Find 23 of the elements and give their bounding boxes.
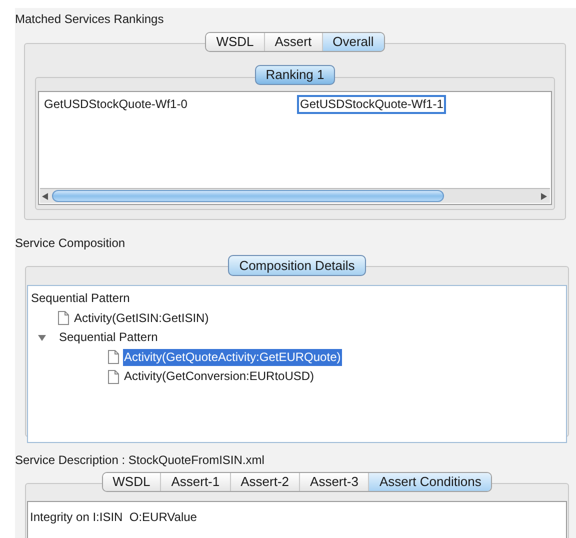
tab[interactable]: Assert Conditions	[368, 473, 492, 491]
tree-item[interactable]: Activity(GetConversion:EURtoUSD)	[123, 368, 316, 386]
tree-item[interactable]: Activity(GetISIN:GetISIN)	[73, 310, 210, 327]
section-title: Service Description : StockQuoteFromISIN.xml	[15, 452, 264, 469]
section-title: Matched Services Rankings	[15, 11, 164, 28]
tree-item[interactable]: Sequential Pattern	[30, 290, 131, 308]
tree-item[interactable]: Sequential Pattern	[58, 329, 159, 346]
scroll-bar[interactable]	[40, 188, 550, 203]
scroll-thumb[interactable]	[52, 190, 444, 202]
section-title: Service Composition	[15, 235, 126, 252]
document-icon	[108, 350, 119, 364]
tree-item[interactable]: Activity(GetQuoteActivity:GetEURQuote)	[123, 348, 342, 366]
expand-arrow-icon[interactable]	[38, 334, 46, 342]
document-icon	[58, 311, 69, 326]
document-icon	[108, 370, 119, 384]
list-cell[interactable]: GetUSDStockQuote-Wf1-0	[41, 95, 190, 114]
composition-details-button[interactable]: Composition Details	[228, 255, 366, 276]
scroll-left-icon[interactable]	[42, 192, 48, 200]
condition-text: Integrity on I:ISIN O:EURValue	[30, 510, 197, 524]
scroll-right-icon[interactable]	[541, 192, 547, 200]
list-cell[interactable]: GetUSDStockQuote-Wf1-1	[297, 95, 446, 114]
ranking-button[interactable]: Ranking 1	[254, 65, 336, 85]
tab[interactable]: Overall	[322, 33, 384, 51]
